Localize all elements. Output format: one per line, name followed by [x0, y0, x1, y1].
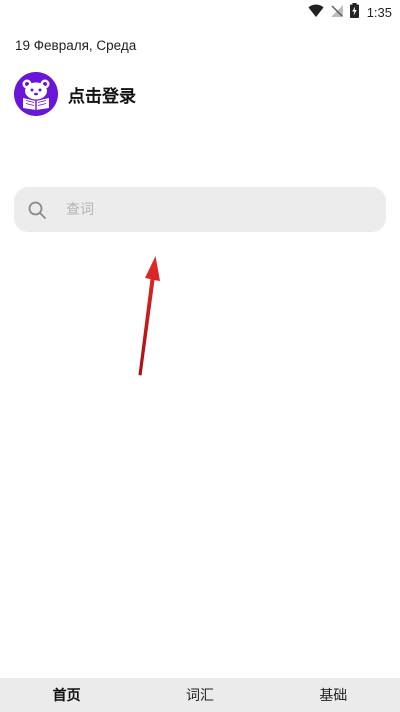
login-label[interactable]: 点击登录 — [68, 82, 136, 107]
wifi-icon — [308, 4, 324, 21]
search-icon — [26, 199, 48, 221]
search-input[interactable] — [66, 201, 346, 218]
avatar[interactable] — [14, 72, 58, 116]
battery-charging-icon — [349, 3, 359, 21]
bottom-nav: 首页 词汇 基础 — [0, 678, 400, 712]
signal-off-icon — [330, 4, 344, 21]
home-screen: 1:35 19 Февраля, Среда 点击登录 查词 首页 词汇 基础 — [0, 0, 400, 712]
tab-basics[interactable]: 基础 — [267, 685, 400, 705]
tab-vocabulary[interactable]: 词汇 — [133, 685, 266, 705]
reading-bear-icon — [14, 72, 58, 116]
status-bar: 1:35 — [0, 0, 400, 24]
status-time: 1:35 — [366, 4, 392, 20]
search-bar[interactable] — [14, 187, 386, 232]
tab-home[interactable]: 首页 — [0, 685, 133, 705]
login-entry[interactable]: 点击登录 — [14, 72, 136, 116]
current-date: 19 Февраля, Среда — [15, 38, 137, 53]
annotation-arrow — [138, 256, 160, 376]
